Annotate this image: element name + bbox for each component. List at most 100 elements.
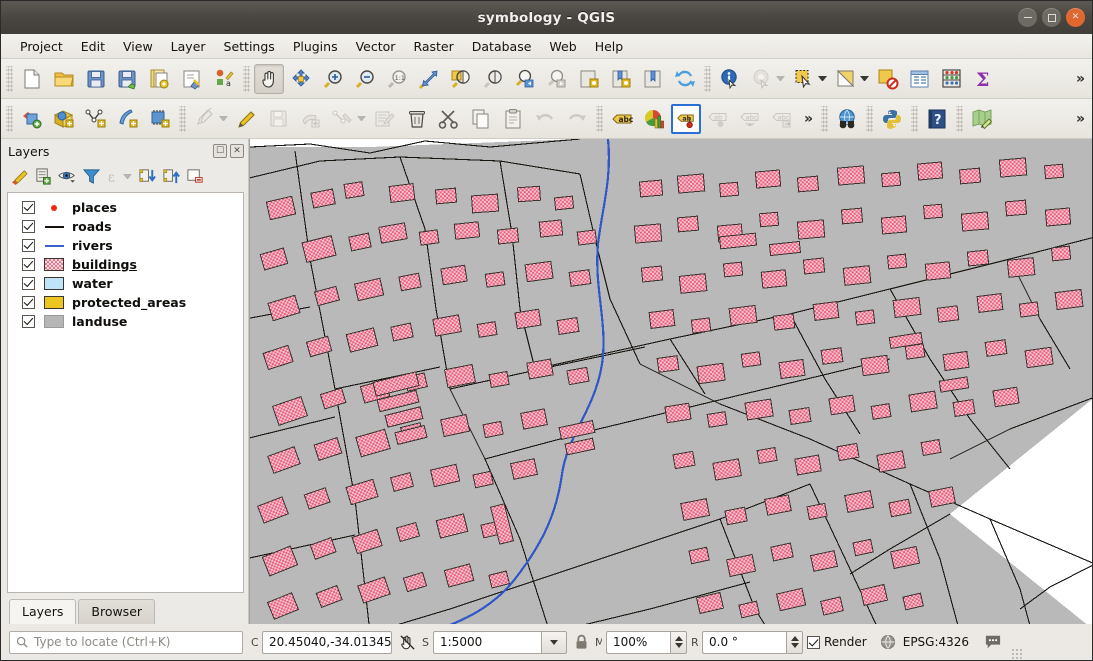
attribute-table-button[interactable]: [905, 64, 935, 94]
metasearch-button[interactable]: [832, 104, 862, 134]
toolbar-grip[interactable]: [911, 106, 918, 132]
style-manager-button[interactable]: [177, 64, 207, 94]
measure-dropdown[interactable]: [860, 76, 869, 81]
float-panel-button[interactable]: ☐: [213, 144, 227, 158]
zoom-full-button[interactable]: [414, 64, 444, 94]
layer-tree[interactable]: places roads rivers buildings: [7, 192, 244, 593]
pin-labels-button[interactable]: ab: [671, 104, 701, 134]
copy-features-button[interactable]: [466, 104, 496, 134]
rotation-value[interactable]: 0.0 °: [702, 631, 786, 654]
locator-bar[interactable]: Type to locate (Ctrl+K): [9, 631, 243, 654]
layer-visibility-checkbox[interactable]: [22, 315, 35, 328]
cut-features-button[interactable]: [434, 104, 464, 134]
new-bookmark-button[interactable]: [574, 64, 604, 94]
toolbar-grip[interactable]: [243, 66, 250, 92]
filter-expression-dropdown[interactable]: [123, 174, 132, 179]
layer-visibility-checkbox[interactable]: [22, 277, 35, 290]
save-project-as-button[interactable]: [113, 64, 143, 94]
toolbar-grip[interactable]: [6, 106, 13, 132]
add-group-button[interactable]: [31, 165, 55, 188]
layer-row-landuse[interactable]: landuse: [8, 312, 243, 331]
new-project-button[interactable]: [17, 64, 47, 94]
map-tips-dropdown[interactable]: [776, 76, 785, 81]
current-edits-dropdown[interactable]: [219, 116, 228, 121]
coordinate-field[interactable]: 20.45040,-34.01345: [262, 631, 392, 654]
label-toolbar-overflow[interactable]: »: [798, 111, 818, 127]
layer-row-protected-areas[interactable]: protected_areas: [8, 293, 243, 312]
select-features-button[interactable]: [789, 64, 819, 94]
close-button[interactable]: ✕: [1066, 8, 1085, 27]
menu-project[interactable]: Project: [11, 36, 72, 57]
zoom-out-button[interactable]: [350, 64, 380, 94]
layer-visibility-checkbox[interactable]: [22, 220, 35, 233]
zoom-last-button[interactable]: [510, 64, 540, 94]
zoom-next-button[interactable]: [542, 64, 572, 94]
field-calculator-button[interactable]: Σ: [969, 64, 999, 94]
menu-plugins[interactable]: Plugins: [284, 36, 347, 57]
deselect-features-button[interactable]: [873, 64, 903, 94]
stepper-down-icon[interactable]: [791, 643, 799, 648]
python-console-button[interactable]: [877, 104, 907, 134]
select-features-dropdown[interactable]: [818, 76, 827, 81]
open-project-button[interactable]: [49, 64, 79, 94]
toolbar-row-1-overflow[interactable]: »: [1070, 71, 1090, 87]
save-layer-edits-button[interactable]: [264, 104, 294, 134]
menu-layer[interactable]: Layer: [162, 36, 215, 57]
message-log-button[interactable]: [981, 634, 1005, 650]
menu-view[interactable]: View: [114, 36, 162, 57]
toolbar-grip[interactable]: [596, 106, 603, 132]
bookmark-manager-button[interactable]: [638, 64, 668, 94]
menu-settings[interactable]: Settings: [215, 36, 284, 57]
layer-row-places[interactable]: places: [8, 198, 243, 217]
layer-visibility-checkbox[interactable]: [22, 258, 35, 271]
menu-database[interactable]: Database: [463, 36, 541, 57]
render-checkbox[interactable]: [807, 636, 820, 649]
rotate-label-button[interactable]: abc: [767, 104, 797, 134]
close-panel-button[interactable]: ✕: [230, 144, 244, 158]
current-edits-button[interactable]: [190, 104, 220, 134]
layer-row-roads[interactable]: roads: [8, 217, 243, 236]
show-bookmarks-button[interactable]: [606, 64, 636, 94]
new-print-layout-button[interactable]: [145, 64, 175, 94]
magnifier-value[interactable]: 100%: [606, 631, 670, 654]
stepper-down-icon[interactable]: [675, 643, 683, 648]
toolbar-grip[interactable]: [704, 66, 711, 92]
expand-all-button[interactable]: [135, 165, 159, 188]
vertex-tool-dropdown[interactable]: [357, 116, 366, 121]
undo-button[interactable]: [530, 104, 560, 134]
paste-features-button[interactable]: [498, 104, 528, 134]
toolbar-grip[interactable]: [821, 106, 828, 132]
toggle-editing-button[interactable]: [232, 104, 262, 134]
move-label-button[interactable]: abc: [735, 104, 765, 134]
refresh-button[interactable]: [670, 64, 700, 94]
manage-layer-visibility-button[interactable]: [55, 165, 79, 188]
remove-layer-button[interactable]: [183, 165, 207, 188]
zoom-to-selection-button[interactable]: [446, 64, 476, 94]
layer-row-water[interactable]: water: [8, 274, 243, 293]
pan-to-selection-button[interactable]: [286, 64, 316, 94]
lock-scale-button[interactable]: [571, 634, 591, 650]
resize-grip[interactable]: [1011, 648, 1023, 660]
scale-combo[interactable]: 1:5000: [433, 631, 567, 654]
magnifier-spinbox[interactable]: 100%: [606, 631, 687, 654]
layer-diagram-button[interactable]: [639, 104, 669, 134]
menu-vector[interactable]: Vector: [347, 36, 405, 57]
layer-row-buildings[interactable]: buildings: [8, 255, 243, 274]
new-memory-layer-button[interactable]: [145, 104, 175, 134]
crs-button[interactable]: [877, 634, 899, 650]
maximize-button[interactable]: [1042, 8, 1061, 27]
toolbar-row-2-overflow[interactable]: »: [1070, 111, 1090, 127]
toolbar-grip[interactable]: [179, 106, 186, 132]
toolbar-grip[interactable]: [866, 106, 873, 132]
collapse-all-button[interactable]: [159, 165, 183, 188]
show-layout-manager-button[interactable]: a: [209, 64, 239, 94]
identify-features-button[interactable]: [715, 64, 745, 94]
crs-value[interactable]: EPSG:4326: [903, 635, 969, 649]
new-geopackage-layer-button[interactable]: [113, 104, 143, 134]
toolbar-grip[interactable]: [6, 66, 13, 92]
map-tips-button[interactable]: [747, 64, 777, 94]
show-hide-labels-button[interactable]: ab: [703, 104, 733, 134]
open-layer-styling-button[interactable]: [7, 165, 31, 188]
tab-browser[interactable]: Browser: [78, 599, 155, 624]
data-source-manager-button[interactable]: [17, 104, 47, 134]
